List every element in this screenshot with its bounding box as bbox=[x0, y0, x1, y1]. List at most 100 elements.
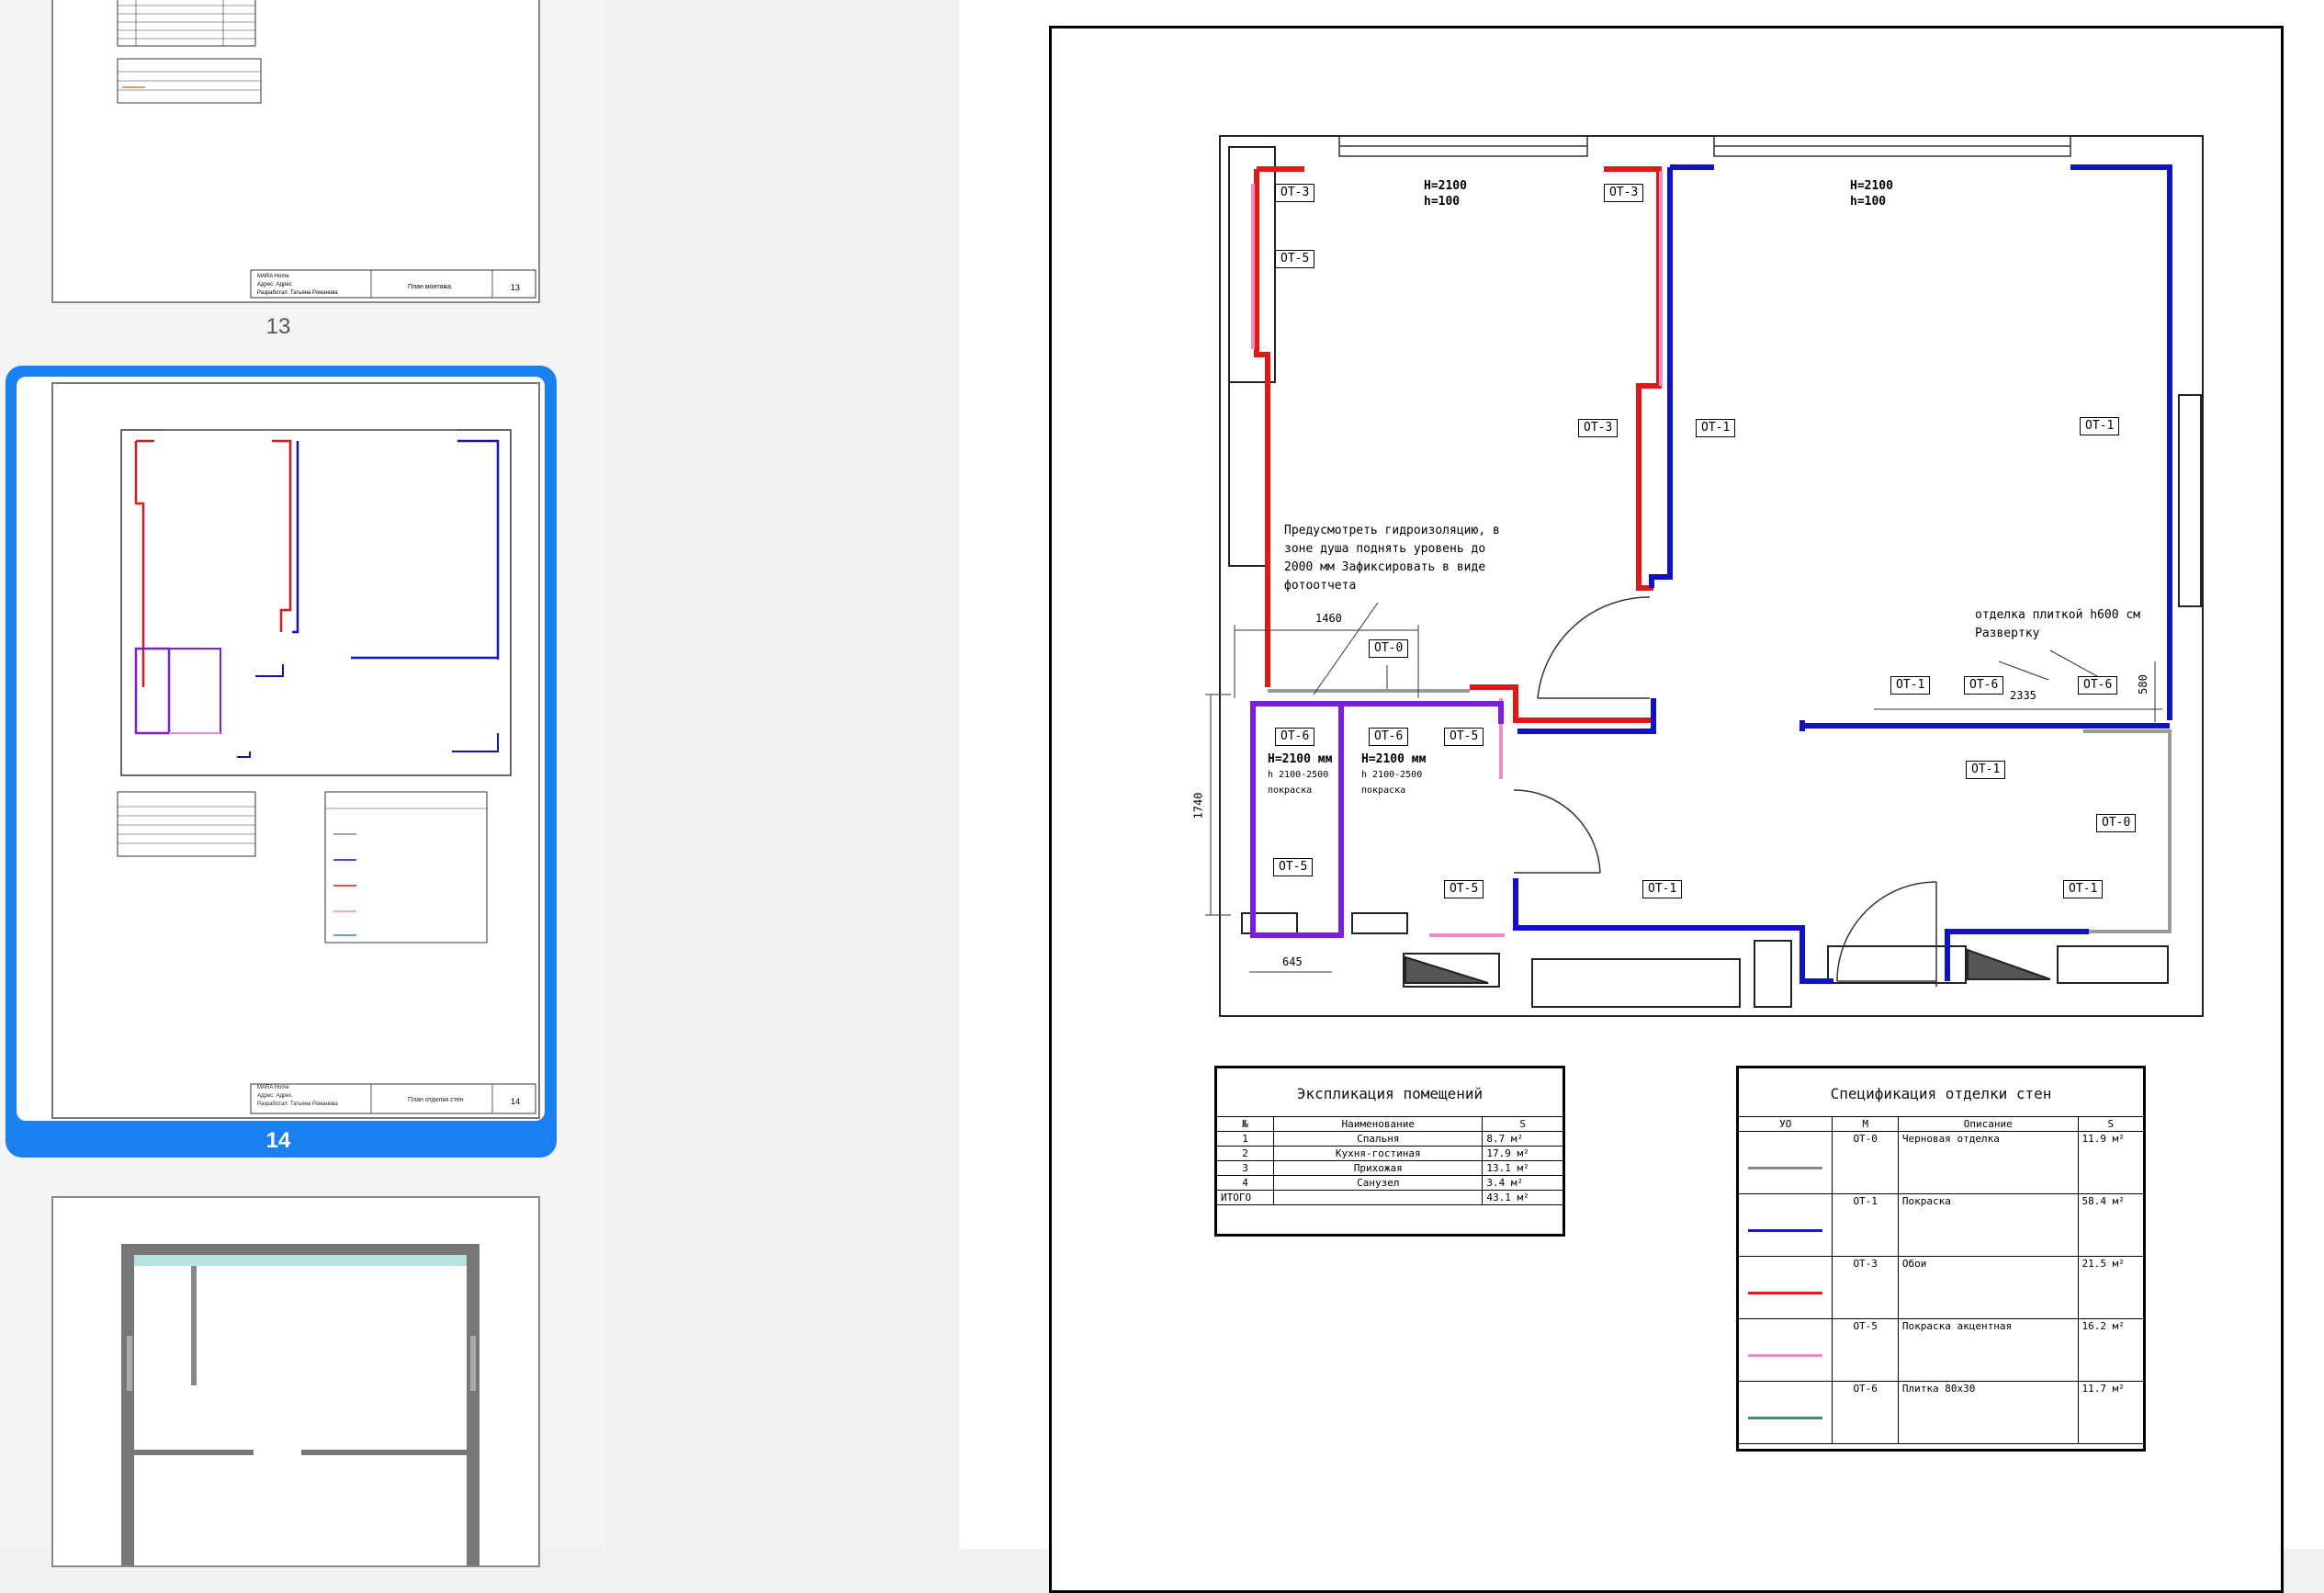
rooms-table-grid: № Наименование S 1 Спальня 8.7 м² 2 Кухн… bbox=[1215, 1116, 1563, 1205]
cell: ОТ-6 bbox=[1832, 1381, 1899, 1444]
bath-label-1: H=2100 мм h 2100-2500 покраска bbox=[1268, 751, 1332, 798]
legend-line-ot3 bbox=[1748, 1292, 1823, 1294]
table-row: ОТ-5 Покраска акцентная 16.2 м² bbox=[1737, 1318, 2145, 1382]
cell: ОТ-3 bbox=[1832, 1256, 1899, 1319]
dimension-580: 580 bbox=[2136, 674, 2149, 695]
legend-cell bbox=[1737, 1131, 1833, 1194]
height-label-kitchen: H=2100 h=100 bbox=[1850, 178, 1893, 209]
cell: 11.9 м² bbox=[2077, 1131, 2145, 1194]
bath-sub: h 2100-2500 bbox=[1361, 770, 1423, 780]
table-row: ОТ-3 Обои 21.5 м² bbox=[1737, 1256, 2145, 1319]
cell: Прихожая bbox=[1273, 1160, 1484, 1176]
col-header: № bbox=[1215, 1116, 1275, 1132]
bath-sub: h 2100-2500 bbox=[1268, 770, 1329, 780]
cell: Покраска bbox=[1897, 1193, 2079, 1257]
cell: Кухня-гостиная bbox=[1273, 1146, 1484, 1161]
cell: 8.7 м² bbox=[1482, 1131, 1563, 1147]
table-row: 2 Кухня-гостиная 17.9 м² bbox=[1215, 1146, 1563, 1161]
legend-line-ot1 bbox=[1748, 1229, 1823, 1232]
col-header: Описание bbox=[1897, 1116, 2079, 1132]
cell: 16.2 м² bbox=[2077, 1318, 2145, 1382]
legend-cell bbox=[1737, 1318, 1833, 1382]
cell: ОТ-5 bbox=[1832, 1318, 1899, 1382]
finish-tag: ОТ-1 bbox=[1966, 761, 2006, 779]
table-row: 4 Санузел 3.4 м² bbox=[1215, 1175, 1563, 1191]
cell: Черновая отделка bbox=[1897, 1131, 2079, 1194]
cell: 13.1 м² bbox=[1482, 1160, 1563, 1176]
col-header: S bbox=[1482, 1116, 1563, 1132]
note-line: зоне душа поднять уровень до bbox=[1284, 542, 1486, 556]
cell: ОТ-1 bbox=[1832, 1193, 1899, 1257]
bath-height: H=2100 мм bbox=[1268, 752, 1333, 766]
finish-tag: ОТ-5 bbox=[1444, 880, 1484, 898]
cell: 1 bbox=[1215, 1131, 1275, 1147]
rooms-table: Экспликация помещений № Наименование S 1… bbox=[1214, 1066, 1565, 1237]
cell: 21.5 м² bbox=[2077, 1256, 2145, 1319]
note-line: Развертку bbox=[1975, 627, 2040, 640]
note-line: 2000 мм Зафиксировать в виде bbox=[1284, 560, 1486, 574]
finish-tag: ОТ-6 bbox=[1369, 728, 1409, 746]
cell: Плитка 80х30 bbox=[1897, 1381, 2079, 1444]
col-header: S bbox=[2077, 1116, 2145, 1132]
cell: 58.4 м² bbox=[2077, 1193, 2145, 1257]
height-label-bedroom: H=2100 h=100 bbox=[1424, 178, 1467, 209]
tile-note: отделка плиткой h600 см Развертку bbox=[1975, 606, 2140, 643]
dimension-645: 645 bbox=[1282, 955, 1303, 968]
cell: 4 bbox=[1215, 1175, 1275, 1191]
col-header: УО bbox=[1737, 1116, 1833, 1132]
finish-tag: ОТ-1 bbox=[2063, 880, 2104, 898]
cell: Спальня bbox=[1273, 1131, 1484, 1147]
cell: 2 bbox=[1215, 1146, 1275, 1161]
cell: ОТ-0 bbox=[1832, 1131, 1899, 1194]
waterproofing-note: Предусмотреть гидроизоляцию, в зоне душа… bbox=[1284, 522, 1500, 595]
table-row: 3 Прихожая 13.1 м² bbox=[1215, 1160, 1563, 1176]
legend-line-ot6 bbox=[1748, 1417, 1823, 1419]
cell: 3 bbox=[1215, 1160, 1275, 1176]
legend-line-ot0 bbox=[1748, 1167, 1823, 1169]
finish-tag: ОТ-0 bbox=[1369, 639, 1409, 658]
cell: 3.4 м² bbox=[1482, 1175, 1563, 1191]
bath-sub2: покраска bbox=[1268, 785, 1313, 796]
height-sub: h=100 bbox=[1850, 195, 1887, 209]
table-row: ОТ-0 Черновая отделка 11.9 м² bbox=[1737, 1131, 2145, 1194]
bath-height: H=2100 мм bbox=[1361, 752, 1427, 766]
cell: 17.9 м² bbox=[1482, 1146, 1563, 1161]
total-label: ИТОГО bbox=[1215, 1190, 1275, 1205]
col-header: Наименование bbox=[1273, 1116, 1484, 1132]
finish-spec-table: Спецификация отделки стен УО М Описание … bbox=[1736, 1066, 2146, 1452]
finish-tag: ОТ-1 bbox=[1642, 880, 1683, 898]
height-value: H=2100 bbox=[1424, 179, 1467, 193]
note-line: отделка плиткой h600 см bbox=[1975, 608, 2141, 622]
finish-tag: ОТ-3 bbox=[1578, 419, 1619, 437]
finish-table-title: Спецификация отделки стен bbox=[1830, 1085, 2052, 1102]
legend-cell bbox=[1737, 1193, 1833, 1257]
finish-tag: ОТ-6 bbox=[2078, 676, 2118, 695]
finish-tag: ОТ-1 bbox=[2080, 417, 2120, 435]
legend-line-ot5 bbox=[1748, 1354, 1823, 1357]
finish-tag: ОТ-5 bbox=[1275, 250, 1315, 268]
note-line: фотоотчета bbox=[1284, 579, 1357, 593]
cell: Покраска акцентная bbox=[1897, 1318, 2079, 1382]
table-row: ОТ-1 Покраска 58.4 м² bbox=[1737, 1193, 2145, 1257]
dimension-1460: 1460 bbox=[1315, 612, 1342, 625]
finish-tag: ОТ-1 bbox=[1890, 676, 1931, 695]
bath-sub2: покраска bbox=[1361, 785, 1406, 796]
cell bbox=[1273, 1190, 1484, 1205]
finish-tag: ОТ-6 bbox=[1964, 676, 2004, 695]
table-row: 1 Спальня 8.7 м² bbox=[1215, 1131, 1563, 1147]
height-value: H=2100 bbox=[1850, 179, 1893, 193]
finish-tag: ОТ-3 bbox=[1275, 184, 1315, 202]
legend-cell bbox=[1737, 1256, 1833, 1319]
dimension-1740: 1740 bbox=[1191, 792, 1205, 819]
total-value: 43.1 м² bbox=[1482, 1190, 1563, 1205]
finish-tag: ОТ-6 bbox=[1275, 728, 1315, 746]
table-row: ОТ-6 Плитка 80х30 11.7 м² bbox=[1737, 1381, 2145, 1444]
finish-tag: ОТ-1 bbox=[1696, 419, 1736, 437]
dimension-2335: 2335 bbox=[2010, 689, 2036, 702]
height-sub: h=100 bbox=[1424, 195, 1461, 209]
cell: 11.7 м² bbox=[2077, 1381, 2145, 1444]
finish-tag: ОТ-3 bbox=[1604, 184, 1644, 202]
legend-cell bbox=[1737, 1381, 1833, 1444]
cell: Обои bbox=[1897, 1256, 2079, 1319]
finish-tag: ОТ-5 bbox=[1444, 728, 1484, 746]
